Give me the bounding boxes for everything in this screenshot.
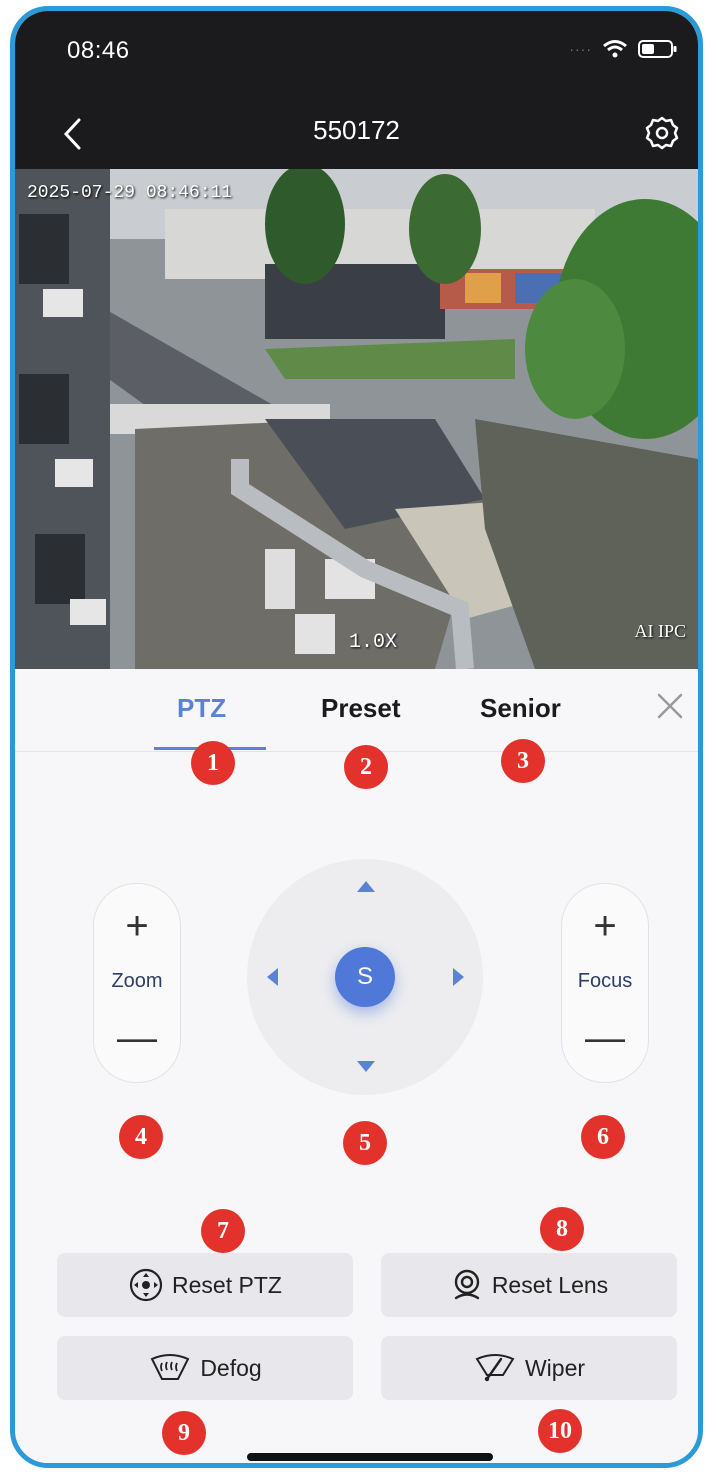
zoom-level: 1.0X [349, 631, 398, 654]
focus-label: Focus [577, 970, 633, 992]
annotation-badge-3: 3 [501, 739, 545, 783]
annotation-badge-7: 7 [201, 1209, 245, 1253]
annotation-badge-6: 6 [581, 1115, 625, 1159]
close-icon[interactable] [655, 691, 685, 721]
defog-label: Defog [200, 1354, 262, 1381]
ptz-direction-pad: S [247, 859, 483, 1095]
annotation-badge-1: 1 [191, 741, 235, 785]
focus-in-button[interactable]: + [562, 906, 648, 946]
reset-ptz-label: Reset PTZ [172, 1271, 282, 1298]
status-icons: ···· [569, 39, 678, 59]
annotation-badge-8: 8 [540, 1207, 584, 1251]
focus-out-button[interactable]: — [562, 1018, 648, 1058]
wiper-button[interactable]: Wiper [381, 1336, 677, 1400]
wiper-icon [475, 1354, 515, 1382]
zoom-control: + Zoom — [93, 883, 181, 1083]
reset-lens-button[interactable]: Reset Lens [381, 1253, 677, 1317]
annotation-badge-5: 5 [343, 1121, 387, 1165]
phone-frame: 08:46 ···· 550172 2025-07-29 08:46:11 1.… [10, 6, 703, 1468]
reset-ptz-button[interactable]: Reset PTZ [57, 1253, 353, 1317]
zoom-out-button[interactable]: — [94, 1018, 180, 1058]
defog-button[interactable]: Defog [57, 1336, 353, 1400]
pan-left-icon[interactable] [267, 968, 278, 986]
battery-icon [638, 40, 677, 58]
pan-up-icon[interactable] [357, 881, 375, 892]
status-time: 08:46 [67, 37, 130, 64]
ptz-reset-icon [129, 1268, 163, 1302]
camera-scene-image [15, 169, 698, 669]
camera-feed[interactable]: 2025-07-29 08:46:11 1.0X AI IPC [15, 169, 698, 669]
signal-icon: ···· [569, 41, 592, 57]
pan-down-icon[interactable] [357, 1061, 375, 1072]
home-indicator[interactable] [247, 1453, 493, 1461]
reset-lens-label: Reset Lens [491, 1271, 609, 1298]
tab-bar: PTZ Preset Senior [15, 669, 698, 752]
focus-control: + Focus — [561, 883, 649, 1083]
defog-icon [150, 1354, 190, 1380]
tab-senior[interactable]: Senior [480, 693, 561, 724]
page-title: 550172 [313, 115, 400, 145]
annotation-badge-2: 2 [344, 745, 388, 789]
zoom-label: Zoom [111, 970, 163, 992]
nav-bar: 550172 [15, 97, 698, 169]
video-timestamp: 2025-07-29 08:46:11 [27, 183, 233, 203]
wifi-icon [603, 40, 627, 58]
pan-right-icon[interactable] [453, 968, 464, 986]
wiper-label: Wiper [524, 1354, 586, 1381]
gear-icon[interactable] [644, 115, 680, 151]
overlay-label: AI IPC [634, 621, 686, 641]
tab-preset[interactable]: Preset [321, 693, 401, 724]
ptz-control-panel: PTZ Preset Senior 1 2 3 + Zoom — S + Foc… [15, 669, 698, 1463]
annotation-badge-10: 10 [538, 1409, 582, 1453]
zoom-in-button[interactable]: + [94, 906, 180, 946]
annotation-badge-9: 9 [162, 1411, 206, 1455]
ptz-stop-button[interactable]: S [335, 947, 395, 1007]
status-bar: 08:46 ···· [15, 11, 698, 97]
lens-icon [454, 1269, 480, 1300]
annotation-badge-4: 4 [119, 1115, 163, 1159]
tab-ptz[interactable]: PTZ [177, 693, 226, 724]
